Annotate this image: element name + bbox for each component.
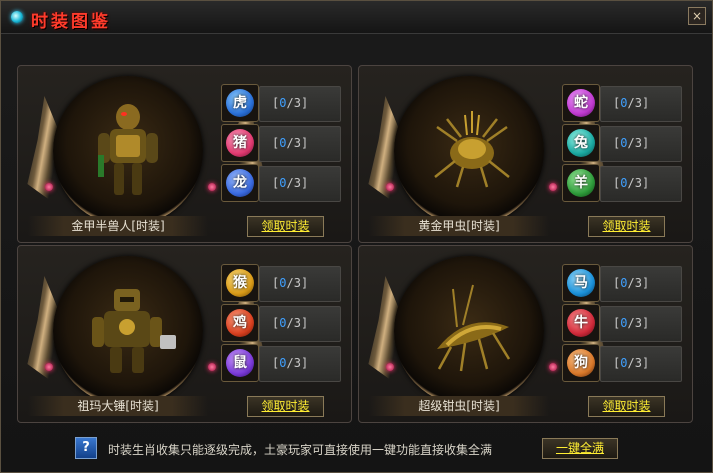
zodiac-slot-frame: 鸡 (221, 304, 259, 342)
fashion-name: 超级钳虫[时装] (369, 396, 549, 416)
slot-counter-box: [0/3] (259, 166, 341, 202)
slot-counter-box: [0/3] (259, 86, 341, 122)
zodiac-slot[interactable]: 虎 [0/3] (221, 84, 341, 123)
zuma-hammer-figure (92, 289, 176, 373)
slot-counter: [0/3] (272, 276, 309, 290)
zodiac-slot[interactable]: 龙 [0/3] (221, 164, 341, 203)
zodiac-slot[interactable]: 鸡 [0/3] (221, 304, 341, 343)
zodiac-slot-frame: 蛇 (562, 84, 600, 122)
fashion-name: 黄金甲虫[时装] (369, 216, 549, 236)
monkey-zodiac-icon: 猴 (226, 269, 254, 297)
zodiac-slot-frame: 鼠 (221, 344, 259, 382)
golden-beetle-figure (434, 111, 510, 188)
pig-zodiac-icon: 猪 (226, 129, 254, 157)
zodiac-slot-frame: 兔 (562, 124, 600, 162)
zodiac-slot-frame: 虎 (221, 84, 259, 122)
window-title: 时装图鉴 (31, 12, 111, 32)
decorative-gem-right (208, 363, 216, 371)
dog-zodiac-icon: 狗 (567, 349, 595, 377)
close-button[interactable]: × (688, 7, 706, 25)
zodiac-slot[interactable]: 猴 [0/3] (221, 264, 341, 303)
claim-fashion-button[interactable]: 领取时装 (247, 396, 324, 417)
decorative-gem-right (208, 183, 216, 191)
zodiac-slot[interactable]: 猪 [0/3] (221, 124, 341, 163)
zodiac-slot-frame: 马 (562, 264, 600, 302)
help-icon[interactable]: ? (75, 437, 97, 459)
decorative-gem-left (45, 183, 53, 191)
slot-counter-box: [0/3] (259, 346, 341, 382)
golden-orc-figure (98, 104, 158, 195)
collect-all-button[interactable]: 一键全满 (542, 438, 618, 459)
slot-counter-box: [0/3] (600, 346, 682, 382)
zodiac-slot[interactable]: 狗 [0/3] (562, 344, 682, 383)
fashion-panel-golden-beetle: 黄金甲虫[时装] 领取时装 蛇 [0/3] 兔 [0/3] 羊 [0/3] (358, 65, 693, 243)
fashion-name: 金甲半兽人[时装] (28, 216, 208, 236)
slot-counter: [0/3] (613, 276, 650, 290)
rat-zodiac-icon: 鼠 (226, 349, 254, 377)
slot-counter: [0/3] (272, 356, 309, 370)
zodiac-slot-frame: 猪 (221, 124, 259, 162)
slot-counter: [0/3] (272, 136, 309, 150)
zodiac-slot-frame: 羊 (562, 164, 600, 202)
fashion-panel-golden-orc: 金甲半兽人[时装] 领取时装 虎 [0/3] 猪 [0/3] 龙 [0/3] (17, 65, 352, 243)
rooster-zodiac-icon: 鸡 (226, 309, 254, 337)
slot-counter: [0/3] (272, 176, 309, 190)
slot-counter: [0/3] (613, 136, 650, 150)
gem-icon (11, 11, 23, 23)
fashion-collection-window: 时装图鉴 × 金甲半兽人[时装] 领取时装 虎 [0/3] 猪 [0/3] 龙 … (0, 0, 713, 473)
zodiac-slot-frame: 狗 (562, 344, 600, 382)
fashion-name: 祖玛大锤[时装] (28, 396, 208, 416)
title-bar: 时装图鉴 × (1, 1, 712, 34)
decorative-gem-left (386, 183, 394, 191)
slot-counter: [0/3] (272, 316, 309, 330)
claim-fashion-button[interactable]: 领取时装 (247, 216, 324, 237)
horse-zodiac-icon: 马 (567, 269, 595, 297)
dragon-zodiac-icon: 龙 (226, 169, 254, 197)
slot-counter: [0/3] (613, 356, 650, 370)
tiger-zodiac-icon: 虎 (226, 89, 254, 117)
decorative-gem-right (549, 183, 557, 191)
zodiac-slot-frame: 牛 (562, 304, 600, 342)
zodiac-slot[interactable]: 蛇 [0/3] (562, 84, 682, 123)
zodiac-slot-frame: 猴 (221, 264, 259, 302)
slot-counter-box: [0/3] (600, 306, 682, 342)
zodiac-slot[interactable]: 兔 [0/3] (562, 124, 682, 163)
super-pincer-bug-figure (437, 284, 511, 372)
slot-counter: [0/3] (613, 176, 650, 190)
decorative-gem-left (45, 363, 53, 371)
slot-counter: [0/3] (272, 96, 309, 110)
snake-zodiac-icon: 蛇 (567, 89, 595, 117)
slot-counter-box: [0/3] (600, 266, 682, 302)
slot-counter-box: [0/3] (259, 126, 341, 162)
claim-fashion-button[interactable]: 领取时装 (588, 396, 665, 417)
slot-counter: [0/3] (613, 96, 650, 110)
zodiac-slot[interactable]: 牛 [0/3] (562, 304, 682, 343)
zodiac-slot-frame: 龙 (221, 164, 259, 202)
zodiac-slot[interactable]: 马 [0/3] (562, 264, 682, 303)
fashion-panel-zuma-hammer: 祖玛大锤[时装] 领取时装 猴 [0/3] 鸡 [0/3] 鼠 [0/3] (17, 245, 352, 423)
footer-hint-text: 时装生肖收集只能逐级完成，土豪玩家可直接使用一键功能直接收集全满 (108, 443, 493, 457)
slot-counter: [0/3] (613, 316, 650, 330)
slot-counter-box: [0/3] (259, 306, 341, 342)
fashion-panel-super-pincer-bug: 超级钳虫[时装] 领取时装 马 [0/3] 牛 [0/3] 狗 [0/3] (358, 245, 693, 423)
decorative-gem-left (386, 363, 394, 371)
claim-fashion-button[interactable]: 领取时装 (588, 216, 665, 237)
slot-counter-box: [0/3] (600, 166, 682, 202)
slot-counter-box: [0/3] (600, 86, 682, 122)
goat-zodiac-icon: 羊 (567, 169, 595, 197)
zodiac-slot[interactable]: 鼠 [0/3] (221, 344, 341, 383)
decorative-gem-right (549, 363, 557, 371)
rabbit-zodiac-icon: 兔 (567, 129, 595, 157)
slot-counter-box: [0/3] (259, 266, 341, 302)
ox-zodiac-icon: 牛 (567, 309, 595, 337)
zodiac-slot[interactable]: 羊 [0/3] (562, 164, 682, 203)
slot-counter-box: [0/3] (600, 126, 682, 162)
